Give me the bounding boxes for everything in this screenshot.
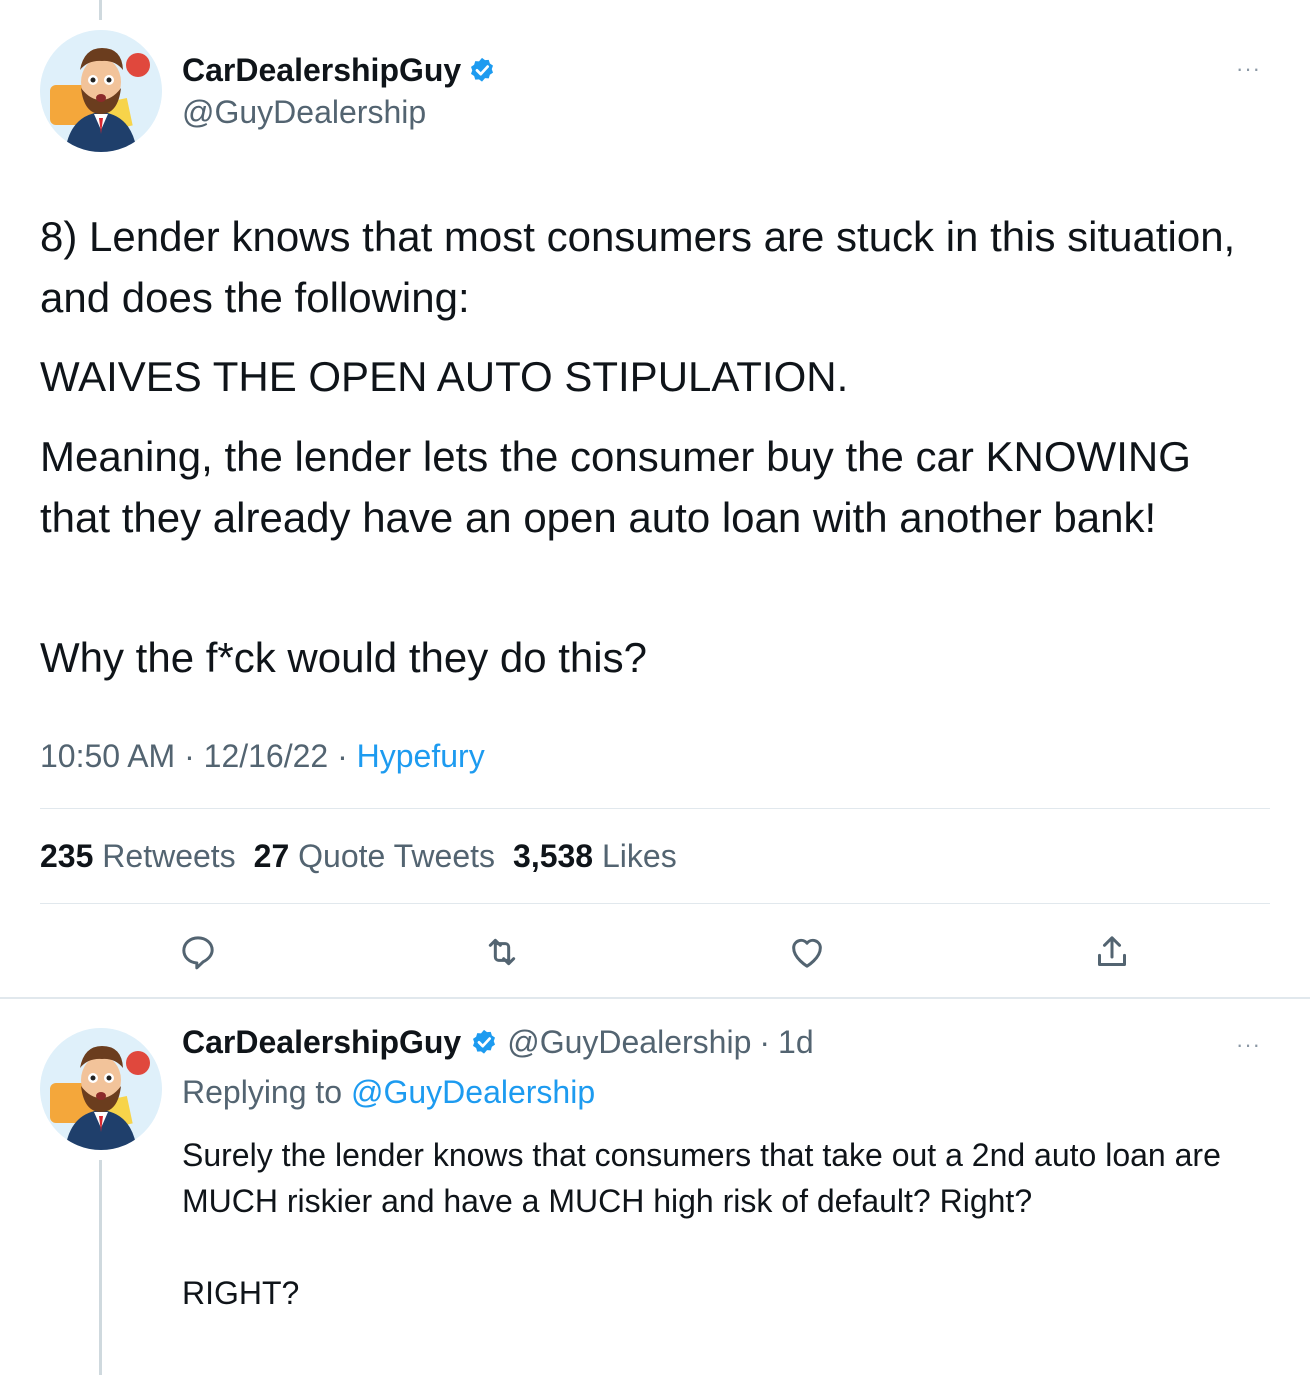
tweet-date[interactable]: 12/16/22 [204,738,329,774]
reply-paragraph: Surely the lender knows that consumers t… [182,1137,1221,1219]
verified-badge-icon [471,57,494,82]
separator-dot: · [337,738,357,774]
engagement-stats: 235 Retweets 27 Quote Tweets 3,538 Likes [40,838,677,875]
author-name[interactable]: CarDealershipGuy [182,52,461,89]
reply-button[interactable] [178,932,218,972]
tweet-separator [0,997,1310,999]
retweets-count: 235 [40,838,94,874]
author-avatar[interactable] [40,30,162,152]
verified-badge-icon [473,1029,496,1054]
author-handle[interactable]: @GuyDealership [182,94,426,131]
share-button[interactable] [1092,932,1132,972]
tweet-paragraph: Why the f*ck would they do this? [40,634,647,681]
more-options-icon[interactable]: ··· [1236,56,1261,82]
tweet-metadata: 10:50 AM · 12/16/22 · Hypefury [40,738,485,775]
like-button[interactable] [787,932,827,972]
share-icon [1098,936,1126,966]
retweets-stat[interactable]: 235 Retweets [40,838,236,875]
reply-author-avatar[interactable] [40,1028,162,1150]
replying-to-mention[interactable]: @GuyDealership [351,1074,595,1110]
like-icon [792,938,822,968]
quotes-label: Quote Tweets [298,838,496,874]
reply-more-options-icon[interactable]: ··· [1236,1032,1261,1058]
tweet-source-link[interactable]: Hypefury [357,738,485,774]
tweet-paragraph: Meaning, the lender lets the consumer bu… [40,433,1191,541]
reply-header: CarDealershipGuy @GuyDealership · 1d [182,1024,814,1061]
replying-to-label: Replying to [182,1074,343,1110]
retweet-icon [488,938,516,966]
retweets-label: Retweets [102,838,236,874]
tweet-paragraph: 8) Lender knows that most consumers are … [40,213,1236,321]
reply-icon [182,936,214,970]
likes-label: Likes [601,838,677,874]
likes-count: 3,538 [513,838,594,874]
likes-stat[interactable]: 3,538 Likes [513,838,677,875]
quotes-count: 27 [253,838,290,874]
retweet-button[interactable] [482,932,522,972]
thread-line-top [99,0,102,20]
separator-dot: · [759,1024,771,1060]
reply-author-name[interactable]: CarDealershipGuy [182,1024,461,1061]
divider [40,903,1270,904]
replying-to-line: Replying to @GuyDealership [182,1074,595,1111]
thread-line-bottom [99,1160,102,1375]
tweet-paragraph: WAIVES THE OPEN AUTO STIPULATION. [40,353,849,400]
quotes-stat[interactable]: 27 Quote Tweets [254,838,495,875]
reply-paragraph: RIGHT? [182,1275,300,1311]
reply-age[interactable]: 1d [778,1024,814,1061]
separator-dot: · [184,738,204,774]
reply-author-handle[interactable]: @GuyDealership [507,1024,751,1061]
tweet-time[interactable]: 10:50 AM [40,738,175,774]
divider [40,808,1270,809]
author-name-row[interactable]: CarDealershipGuy [182,52,497,89]
